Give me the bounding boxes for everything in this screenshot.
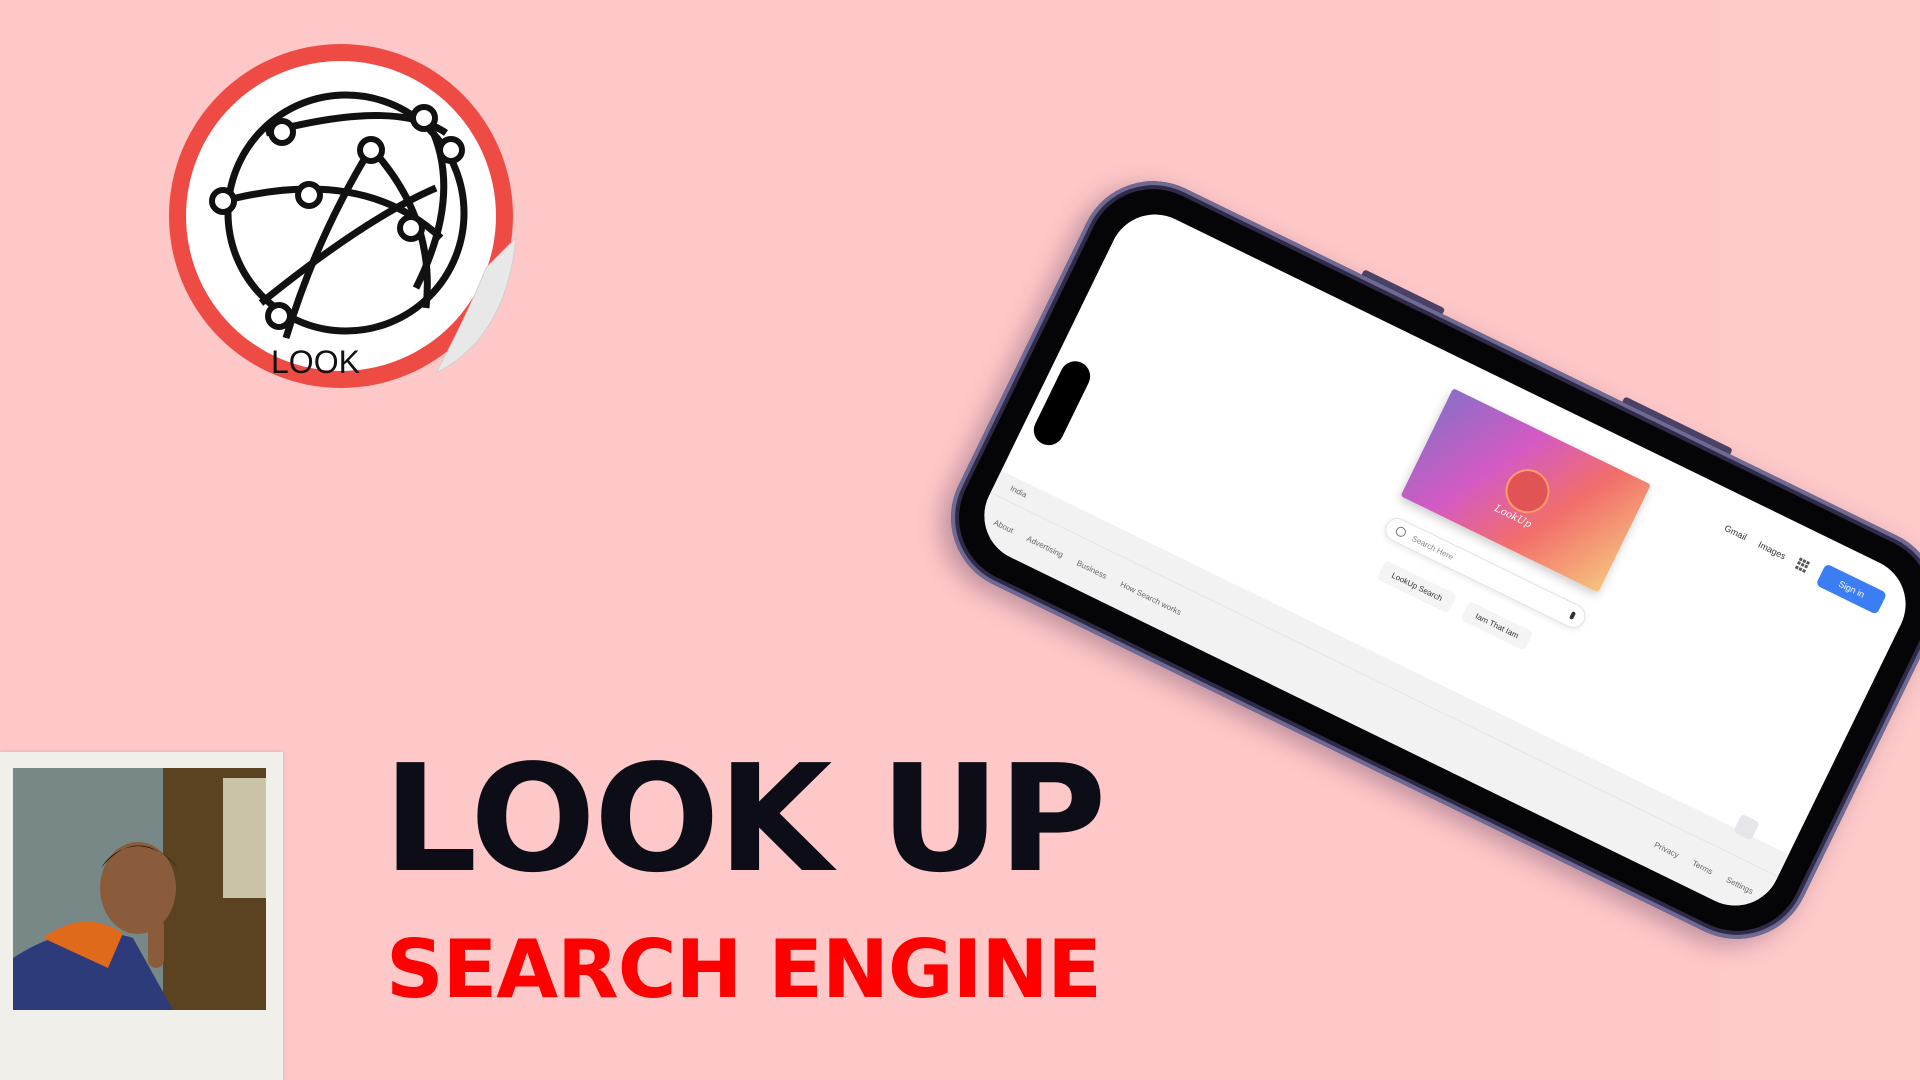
sign-in-button[interactable]: Sign in [1815, 563, 1888, 615]
microphone-icon[interactable] [1569, 611, 1577, 621]
lookup-sticker: LOOK [166, 38, 532, 404]
polaroid-frame [0, 752, 283, 1080]
footer-link-business[interactable]: Business [1075, 558, 1108, 580]
page-subtitle: SEARCH ENGINE [386, 923, 1102, 1016]
dynamic-island [1028, 356, 1096, 451]
footer-link-terms[interactable]: Terms [1691, 859, 1715, 877]
globe-network-icon: LOOK [169, 44, 517, 388]
lookup-search-button[interactable]: LookUp Search [1376, 560, 1458, 614]
lucky-button[interactable]: Iam That Iam [1460, 600, 1534, 651]
footer-link-how-search-works[interactable]: How Search works [1119, 580, 1183, 617]
profile-photo [13, 768, 266, 1010]
footer-link-settings[interactable]: Settings [1725, 875, 1755, 896]
footer-link-about[interactable]: About [992, 518, 1015, 535]
images-link[interactable]: Images [1757, 539, 1788, 561]
gmail-link[interactable]: Gmail [1723, 523, 1749, 542]
footer-link-advertising[interactable]: Advertising [1025, 534, 1065, 559]
top-nav: Gmail Images Sign in [1720, 517, 1888, 615]
person-photo-icon [13, 768, 266, 1010]
sticker-text: LOOK [271, 344, 360, 380]
footer-link-privacy[interactable]: Privacy [1653, 840, 1681, 860]
apps-grid-icon[interactable] [1795, 557, 1811, 574]
search-icon [1394, 525, 1408, 539]
page-title: LOOK UP [383, 733, 1107, 905]
canvas: LOOK LOOK UP SEARCH ENGINE Gmail Images … [0, 0, 1920, 1080]
